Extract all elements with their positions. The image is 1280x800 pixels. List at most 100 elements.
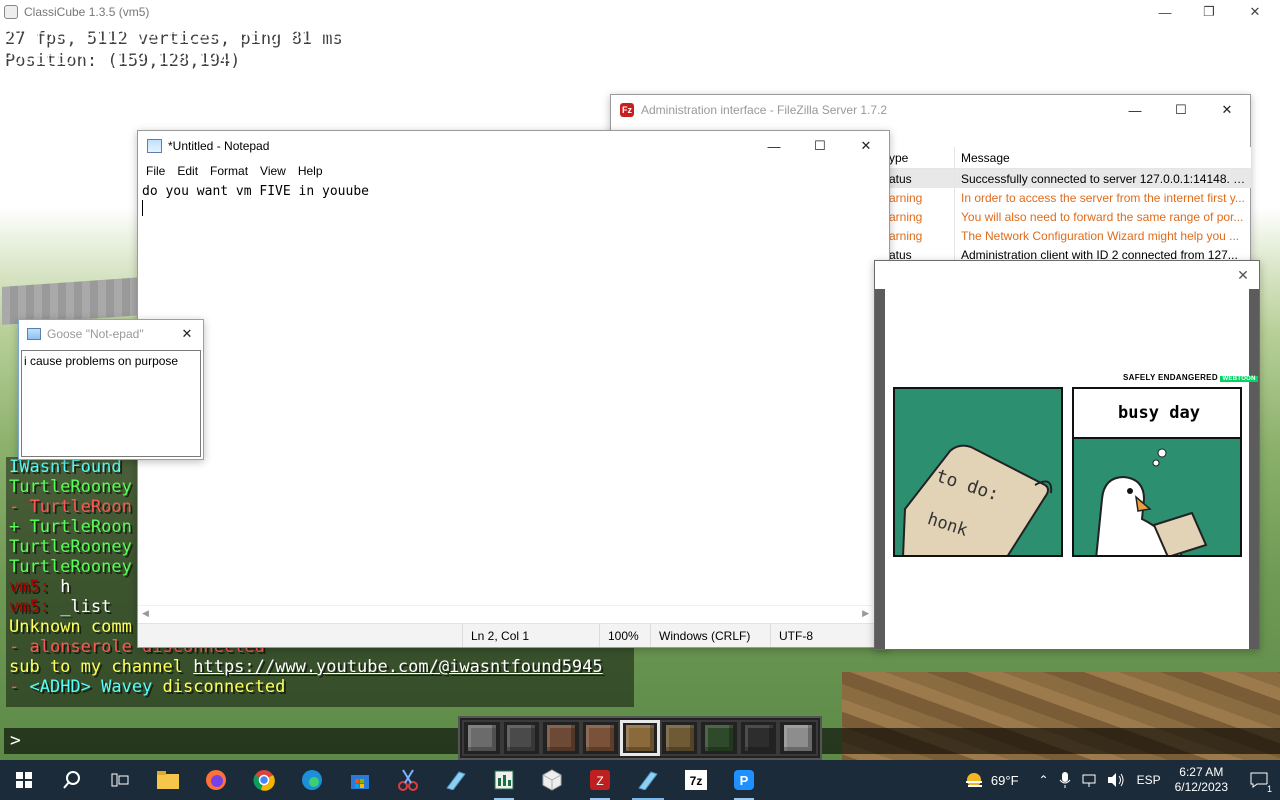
taskbar-file-explorer[interactable] (144, 760, 192, 800)
chat-segment: disconnected (152, 677, 286, 697)
clock[interactable]: 6:27 AM 6/12/2023 (1175, 765, 1228, 795)
notepad-close-button[interactable]: ✕ (843, 131, 889, 161)
taskbar-edge[interactable] (288, 760, 336, 800)
meme-close-button[interactable]: ✕ (1233, 265, 1253, 285)
brand-name: SAFELY ENDANGERED (1123, 373, 1218, 382)
message-column-header[interactable]: Message (955, 151, 1251, 165)
block-icon (546, 725, 575, 751)
svg-text:P: P (740, 773, 749, 788)
log-rows: atus Successfully connected to server 127… (886, 169, 1251, 264)
brand-tag: WEBTOON (1220, 376, 1258, 382)
weather-temp[interactable]: 69°F (991, 773, 1019, 788)
log-row[interactable]: arning In order to access the server from… (886, 188, 1251, 207)
block-icon (665, 725, 694, 751)
hotbar-slot[interactable] (699, 720, 739, 756)
menu-help[interactable]: Help (294, 164, 327, 178)
notification-icon (1250, 772, 1268, 788)
7zip-icon: 7z (685, 770, 707, 790)
chrome-icon (253, 770, 275, 791)
taskbar-7zip[interactable]: 7z (672, 760, 720, 800)
chevron-up-icon[interactable]: ⌃ (1039, 773, 1049, 787)
hotbar-slot[interactable] (620, 720, 660, 756)
chat-link[interactable]: https://www.youtube.com/@iwasntfound5945 (193, 657, 602, 677)
chat-segment: sub to my channel (9, 657, 194, 677)
hotbar-slot[interactable] (738, 720, 779, 756)
taskbar-snipping-tool[interactable] (384, 760, 432, 800)
filezilla-minimize-button[interactable]: — (1112, 95, 1158, 125)
chat-segment: TurtleRooney (9, 477, 132, 497)
taskbar-store[interactable] (336, 760, 384, 800)
firefox-icon (206, 770, 226, 790)
language-indicator[interactable]: ESP (1137, 773, 1161, 787)
log-row[interactable]: atus Successfully connected to server 127… (886, 169, 1251, 188)
filezilla-log-table[interactable]: ype Message atus Successfully connected t… (886, 147, 1251, 265)
chat-segment: IWasntFound (9, 457, 122, 477)
goose-notepad-close-button[interactable]: ✕ (171, 320, 203, 348)
meme-window[interactable]: ✕ SAFELY ENDANGERED WEBTOON to do: honk … (874, 260, 1260, 650)
log-row[interactable]: arning The Network Configuration Wizard m… (886, 226, 1251, 245)
filezilla-close-button[interactable]: ✕ (1204, 95, 1250, 125)
comic-panel-todo: to do: honk (893, 387, 1063, 557)
scroll-right-arrow-icon[interactable]: ▶ (862, 608, 869, 619)
menu-edit[interactable]: Edit (173, 164, 202, 178)
taskbar-classicube[interactable] (624, 760, 672, 800)
hotbar-slot[interactable] (462, 720, 502, 756)
notepad-maximize-button[interactable]: ☐ (797, 131, 843, 161)
hotbar-slot[interactable] (501, 720, 542, 756)
goose-notepad-window[interactable]: Goose "Not-epad" ✕ i cause problems on p… (18, 319, 204, 460)
menu-view[interactable]: View (256, 164, 290, 178)
menu-format[interactable]: Format (206, 164, 252, 178)
hotbar[interactable] (458, 716, 822, 760)
classicube-app-icon (638, 771, 658, 790)
spreadsheet-icon (494, 770, 514, 790)
chat-line: sub to my channel https://www.youtube.co… (6, 657, 634, 677)
game-titlebar[interactable]: ClassiCube 1.3.5 (vm5) (0, 0, 1280, 24)
goose-notepad-title: Goose "Not-epad" (47, 327, 144, 341)
game-minimize-button[interactable]: — (1142, 0, 1188, 24)
hotbar-slot[interactable] (778, 720, 818, 756)
taskbar-notepad-shortcut[interactable] (432, 760, 480, 800)
notepad-text: do you want vm FIVE in youube (142, 184, 369, 199)
microphone-icon[interactable] (1059, 771, 1071, 789)
type-column-header[interactable]: ype (886, 147, 955, 168)
busy-day-caption: busy day (1118, 403, 1200, 423)
taskbar-3d-app[interactable] (528, 760, 576, 800)
notepad-icon (147, 139, 162, 153)
filezilla-maximize-button[interactable]: ☐ (1158, 95, 1204, 125)
log-row[interactable]: arning You will also need to forward the … (886, 207, 1251, 226)
block-icon (744, 725, 773, 751)
network-icon[interactable] (1081, 772, 1097, 788)
notepad-text-area[interactable]: do you want vm FIVE in youube (142, 183, 869, 603)
horizontal-scrollbar[interactable]: ◀ ▶ (138, 605, 873, 621)
notification-center[interactable]: 1 (1244, 760, 1274, 800)
block-icon (625, 725, 654, 751)
hotbar-slot[interactable] (580, 720, 621, 756)
notepad-window[interactable]: *Untitled - Notepad — ☐ ✕ File Edit Format… (137, 130, 890, 648)
filezilla-app-icon: Z (590, 770, 610, 790)
search-button[interactable] (48, 760, 96, 800)
hotbar-slot[interactable] (659, 720, 700, 756)
volume-icon[interactable] (1107, 772, 1125, 788)
menu-file[interactable]: File (142, 164, 169, 178)
task-view-button[interactable] (96, 760, 144, 800)
notepad-minimize-button[interactable]: — (751, 131, 797, 161)
hotbar-slot[interactable] (541, 720, 581, 756)
meme-frame-left (875, 289, 885, 649)
log-type: atus (886, 169, 955, 188)
goose-notepad-text[interactable]: i cause problems on purpose (21, 350, 201, 457)
taskbar-firefox[interactable] (192, 760, 240, 800)
hud-position-line: Position: (159,128,194) (3, 49, 239, 69)
block-icon (586, 725, 615, 751)
chat-segment: Unknown comm (9, 617, 132, 637)
folder-icon (157, 771, 179, 789)
taskbar-chrome[interactable] (240, 760, 288, 800)
block-icon (507, 725, 536, 751)
taskbar-filezilla[interactable]: Z (576, 760, 624, 800)
game-close-button[interactable]: ✕ (1232, 0, 1278, 24)
game-restore-button[interactable]: ❐ (1186, 0, 1232, 24)
scroll-left-arrow-icon[interactable]: ◀ (142, 608, 149, 619)
taskbar-p-app[interactable]: P (720, 760, 768, 800)
weather-sun-icon[interactable] (963, 769, 985, 791)
start-button[interactable] (0, 760, 48, 800)
taskbar-excel[interactable] (480, 760, 528, 800)
